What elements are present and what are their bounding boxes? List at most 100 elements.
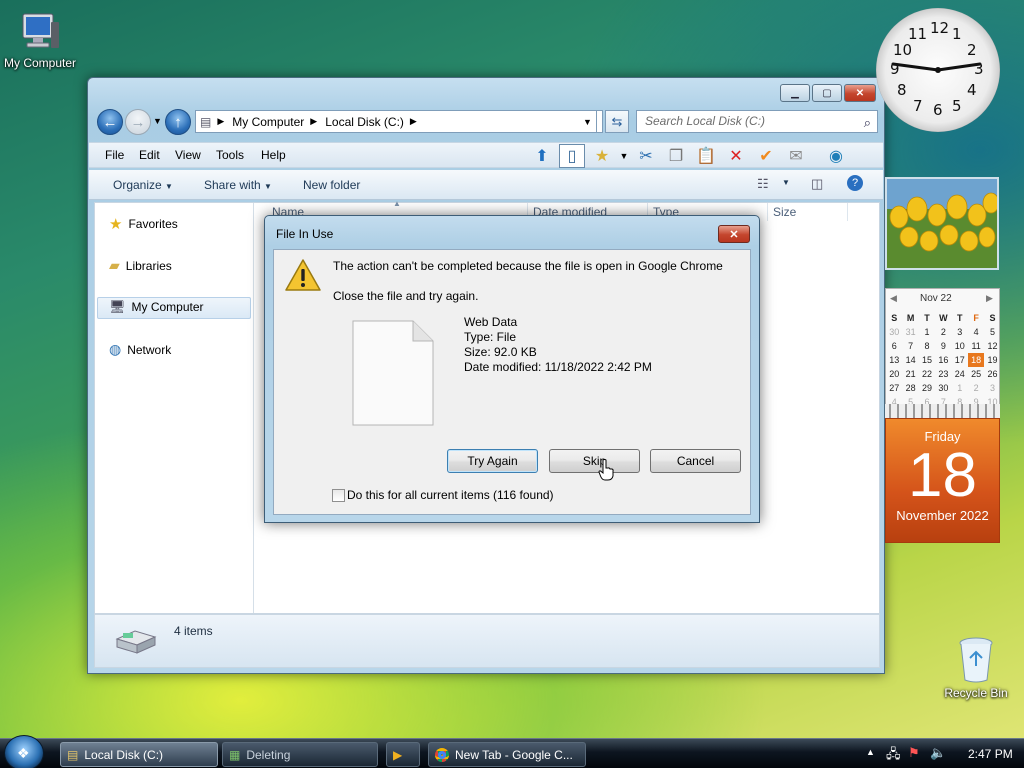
calendar-day[interactable]: 3 [984, 381, 1000, 395]
calendar-day[interactable]: 16 [935, 353, 951, 367]
skip-button[interactable]: Skip [549, 449, 640, 473]
menu-file[interactable]: File [105, 148, 124, 162]
cancel-button[interactable]: Cancel [650, 449, 741, 473]
show-hidden-icons-icon[interactable]: ▲ [866, 747, 875, 757]
checkmark-icon[interactable]: ✔ [753, 144, 779, 168]
calendar-day-card[interactable]: Friday 18 November 2022 [885, 418, 1000, 543]
menu-edit[interactable]: Edit [139, 148, 160, 162]
calendar-day[interactable]: 1 [952, 381, 968, 395]
taskbar-item-local-disk[interactable]: ▤ Local Disk (C:) [60, 742, 218, 767]
calendar-day[interactable]: 30 [886, 325, 902, 339]
slideshow-gadget[interactable] [885, 177, 999, 270]
nav-item-network[interactable]: ◍ Network [109, 341, 171, 358]
cut-icon[interactable]: ✂ [633, 144, 659, 168]
delete-icon[interactable]: ✕ [723, 144, 749, 168]
dialog-close-button[interactable]: ✕ [718, 225, 750, 243]
up-button[interactable]: ↑ [165, 109, 191, 135]
network-status-icon[interactable]: 🖧 [886, 745, 901, 767]
menu-view[interactable]: View [175, 148, 201, 162]
refresh-button[interactable]: ⇆ [605, 110, 629, 133]
calendar-day[interactable]: 8 [919, 339, 935, 353]
share-with-button[interactable]: Share with ▼ [204, 178, 272, 192]
calendar-day[interactable]: 21 [902, 367, 918, 381]
help-icon[interactable]: ? [847, 175, 863, 191]
view-options-icon[interactable]: ☷ [757, 176, 769, 192]
calendar-day[interactable]: 15 [919, 353, 935, 367]
calendar-day[interactable]: 23 [935, 367, 951, 381]
nav-item-favorites[interactable]: ★ Favorites [109, 215, 178, 233]
calendar-day[interactable]: 2 [968, 381, 984, 395]
calendar-day[interactable]: 20 [886, 367, 902, 381]
menu-tools[interactable]: Tools [216, 148, 244, 162]
calendar-day[interactable]: 19 [984, 353, 1000, 367]
calendar-day[interactable]: 31 [902, 325, 918, 339]
taskbar-item-deleting[interactable]: ▦ Deleting [222, 742, 378, 767]
forward-button[interactable]: → [125, 109, 151, 135]
new-folder-button[interactable]: New folder [303, 178, 360, 192]
calendar-day[interactable]: 26 [984, 367, 1000, 381]
clock-gadget[interactable]: 12 1 2 3 4 5 6 7 8 9 10 11 [876, 8, 1000, 132]
globe-icon[interactable]: ◉ [823, 144, 849, 168]
calendar-day[interactable]: 1 [919, 325, 935, 339]
breadcrumb-my-computer[interactable]: My Computer [232, 115, 304, 129]
search-icon[interactable]: ⌕ [864, 112, 871, 133]
column-header-size[interactable]: Size [773, 205, 796, 219]
volume-icon[interactable]: 🔈 [930, 745, 946, 761]
taskbar-item-media[interactable]: ▶ [386, 742, 420, 767]
calendar-day-today[interactable]: 18 [967, 353, 985, 367]
organize-button[interactable]: Organize ▼ [113, 178, 173, 192]
calendar-day[interactable]: 29 [919, 381, 935, 395]
preview-pane-toggle-icon[interactable]: ◫ [811, 176, 823, 192]
calendar-day[interactable]: 4 [968, 325, 984, 339]
calendar-day[interactable]: 14 [902, 353, 918, 367]
calendar-day[interactable]: 5 [984, 325, 1000, 339]
next-month-icon[interactable]: ▶ [986, 293, 993, 304]
minimize-button[interactable]: ▁ [780, 84, 810, 102]
close-button[interactable]: ✕ [844, 84, 876, 102]
calendar-day[interactable]: 6 [886, 339, 902, 353]
favorites-folder-icon[interactable]: ★ [589, 144, 615, 168]
preview-pane-icon[interactable]: ▯ [559, 144, 585, 168]
breadcrumb-local-disk[interactable]: Local Disk (C:) [325, 115, 404, 129]
calendar-day[interactable]: 10 [952, 339, 968, 353]
address-history-dropdown[interactable]: ▼ [579, 110, 597, 133]
calendar-gadget[interactable]: ◀ Nov 22 ▶ S M T W T F S 30 31 1 2 3 4 5… [885, 288, 1000, 414]
nav-item-libraries[interactable]: ▰ Libraries [109, 257, 172, 274]
calendar-day[interactable]: 17 [952, 353, 968, 367]
calendar-day[interactable]: 3 [952, 325, 968, 339]
up-folder-icon[interactable]: ⬆ [529, 144, 555, 168]
taskbar-clock[interactable]: 2:47 PM [968, 747, 1013, 761]
calendar-day[interactable]: 30 [935, 381, 951, 395]
maximize-button[interactable]: ▢ [812, 84, 842, 102]
email-icon[interactable]: ✉ [783, 144, 809, 168]
calendar-day[interactable]: 7 [902, 339, 918, 353]
menu-help[interactable]: Help [261, 148, 286, 162]
taskbar-item-chrome[interactable]: New Tab - Google C... [428, 742, 586, 767]
my-computer-desktop-icon[interactable]: My Computer [0, 8, 80, 70]
calendar-day[interactable]: 11 [968, 339, 984, 353]
calendar-day[interactable]: 25 [968, 367, 984, 381]
paste-icon[interactable]: 📋 [693, 144, 719, 168]
start-button[interactable]: ❖ [4, 735, 44, 768]
back-button[interactable]: ← [97, 109, 123, 135]
calendar-day[interactable]: 2 [935, 325, 951, 339]
calendar-day[interactable]: 28 [902, 381, 918, 395]
chevron-down-icon[interactable]: ▼ [782, 178, 790, 187]
try-again-button[interactable]: Try Again [447, 449, 538, 473]
calendar-day[interactable]: 12 [984, 339, 1000, 353]
security-alert-icon[interactable]: ⚑ [908, 745, 920, 761]
recycle-bin-desktop-icon[interactable]: Recycle Bin [936, 636, 1016, 700]
address-bar[interactable]: ▤ ▶ My Computer ▶ Local Disk (C:) ▶ [195, 110, 603, 133]
calendar-day[interactable]: 27 [886, 381, 902, 395]
calendar-day[interactable]: 9 [935, 339, 951, 353]
calendar-day[interactable]: 24 [952, 367, 968, 381]
calendar-day[interactable]: 22 [919, 367, 935, 381]
search-input[interactable]: Search Local Disk (C:) ⌕ [636, 110, 878, 133]
calendar-day[interactable]: 13 [886, 353, 902, 367]
chevron-down-icon[interactable]: ▼ [619, 144, 629, 168]
apply-to-all-checkbox[interactable] [332, 489, 345, 502]
copy-icon[interactable]: ❐ [663, 144, 689, 168]
nav-item-my-computer[interactable]: 🖥 My Computer [109, 299, 204, 315]
prev-month-icon[interactable]: ◀ [890, 293, 897, 304]
recent-pages-dropdown[interactable]: ▼ [153, 116, 162, 126]
